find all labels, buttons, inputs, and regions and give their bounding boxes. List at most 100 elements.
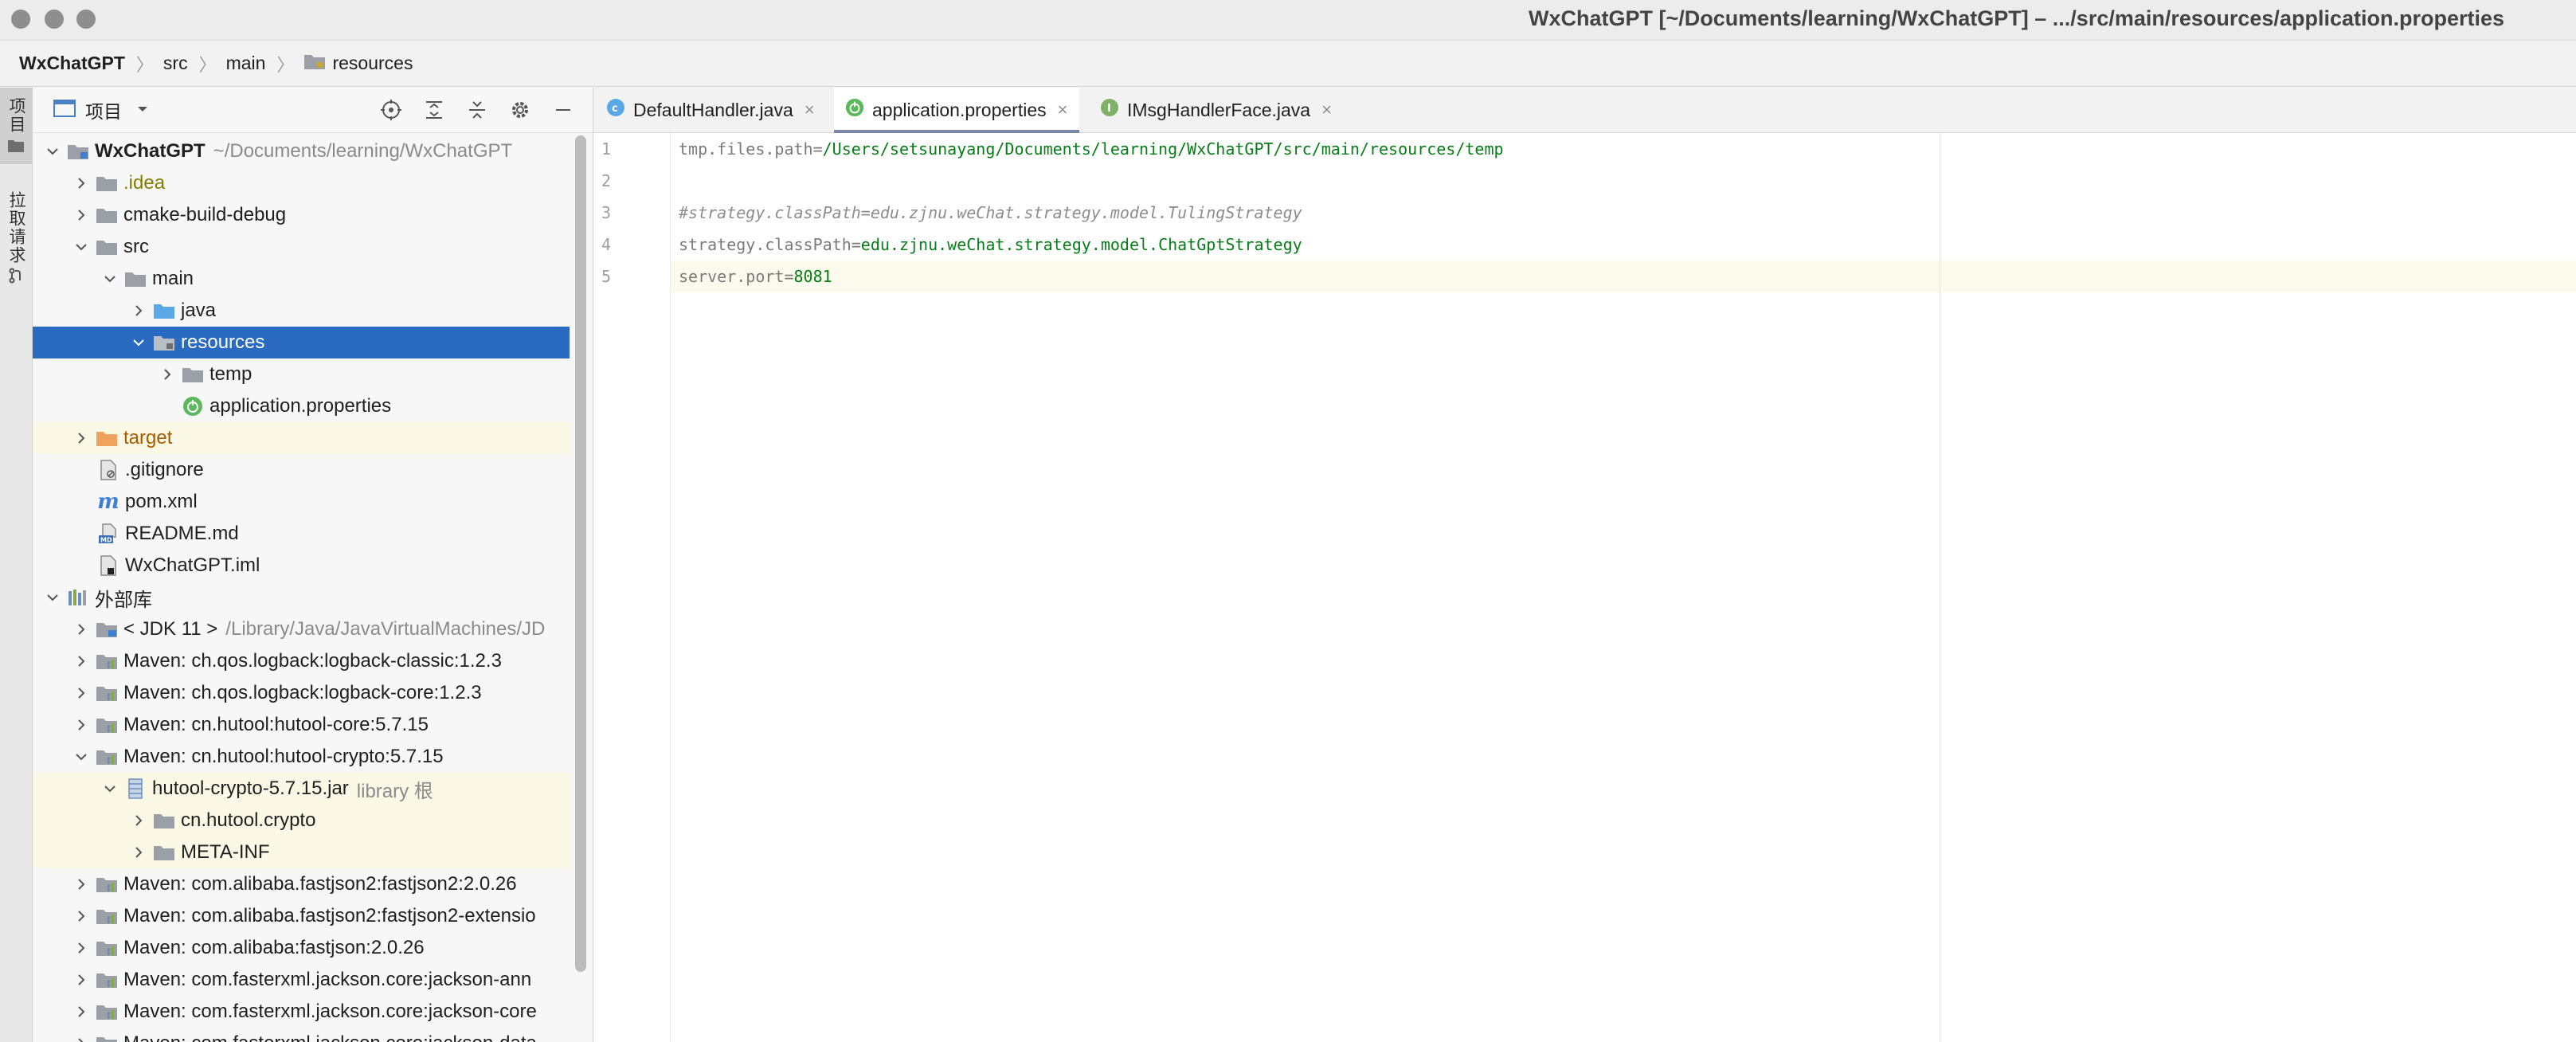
tree-row-java[interactable]: java — [33, 295, 570, 327]
tree-row-project-root[interactable]: WxChatGPT ~/Documents/learning/WxChatGPT — [33, 135, 570, 167]
window-minimize-button[interactable] — [45, 10, 64, 29]
chevron-down-icon[interactable] — [101, 270, 119, 288]
tab-application-properties[interactable]: application.properties × — [834, 88, 1079, 133]
chevron-right-icon[interactable] — [72, 907, 90, 925]
spring-properties-icon — [181, 395, 205, 417]
tree-row-jdk[interactable]: < JDK 11 > /Library/Java/JavaVirtualMach… — [33, 613, 570, 645]
markdown-file-icon: MD — [96, 523, 120, 545]
tree-row-maven-library[interactable]: Maven: com.alibaba.fastjson2:fastjson2:2… — [33, 868, 570, 900]
tree-row-maven-library[interactable]: Maven: com.fasterxml.jackson.core:jackso… — [33, 1028, 570, 1042]
tree-row-src[interactable]: src — [33, 231, 570, 263]
tree-row-target[interactable]: target — [33, 422, 570, 454]
tree-row-temp[interactable]: temp — [33, 358, 570, 390]
chevron-right-icon[interactable] — [72, 1035, 90, 1042]
chevron-right-icon[interactable] — [72, 429, 90, 447]
tree-label: src — [123, 236, 149, 257]
tree-row-iml[interactable]: WxChatGPT.iml — [33, 550, 570, 582]
tab-label: IMsgHandlerFace.java — [1127, 99, 1311, 120]
tree-row-main[interactable]: main — [33, 263, 570, 295]
maven-icon: m — [97, 490, 119, 514]
chevron-right-icon[interactable] — [72, 716, 90, 734]
chevron-down-icon[interactable] — [44, 143, 61, 160]
chevron-right-icon[interactable] — [72, 876, 90, 893]
locate-file-icon[interactable] — [376, 96, 406, 124]
excluded-folder-icon — [95, 427, 119, 449]
expand-all-icon[interactable] — [419, 96, 449, 124]
window-zoom-button[interactable] — [76, 10, 96, 29]
tree-row-maven-library[interactable]: Maven: cn.hutool:hutool-core:5.7.15 — [33, 709, 570, 741]
chevron-right-icon[interactable] — [130, 844, 147, 861]
tree-row-maven-library[interactable]: Maven: com.alibaba.fastjson2:fastjson2-e… — [33, 900, 570, 932]
code-line[interactable]: #strategy.classPath=edu.zjnu.weChat.stra… — [671, 197, 2576, 229]
chevron-right-icon[interactable] — [159, 366, 176, 383]
chevron-right-icon[interactable] — [72, 971, 90, 989]
tree-row-pom-xml[interactable]: m pom.xml — [33, 486, 570, 518]
code-line-current[interactable]: server.port = 8081 — [671, 260, 2576, 292]
tree-row-maven-library[interactable]: Maven: com.alibaba:fastjson:2.0.26 — [33, 932, 570, 964]
breadcrumb-item-resources[interactable]: resources — [332, 53, 413, 74]
chevron-down-icon[interactable] — [72, 238, 90, 256]
tree-row-maven-library[interactable]: Maven: com.fasterxml.jackson.core:jackso… — [33, 964, 570, 996]
tree-path-hint: library 根 — [356, 780, 433, 802]
property-key: server.port — [679, 267, 785, 286]
tree-row-jar[interactable]: hutool-crypto-5.7.15.jar library 根 — [33, 773, 570, 805]
breadcrumb-item-project[interactable]: WxChatGPT — [19, 53, 125, 74]
chevron-right-icon[interactable] — [72, 174, 90, 192]
chevron-down-icon[interactable] — [101, 780, 119, 797]
chevron-right-icon[interactable] — [72, 1003, 90, 1020]
chevron-down-icon[interactable] — [130, 334, 147, 351]
code-line[interactable] — [671, 165, 2576, 197]
tree-row-resources[interactable]: resources — [33, 327, 570, 358]
window-close-button[interactable] — [11, 10, 30, 29]
tree-row-maven-library[interactable]: Maven: ch.qos.logback:logback-classic:1.… — [33, 645, 570, 677]
pull-requests-tool-button[interactable]: 拉取请求 — [0, 191, 32, 295]
chevron-down-icon[interactable] — [72, 748, 90, 766]
tree-row-gitignore[interactable]: .gitignore — [33, 454, 570, 486]
class-icon: c — [606, 98, 625, 122]
library-folder-icon — [95, 1032, 119, 1042]
chevron-right-icon[interactable] — [130, 302, 147, 319]
chevron-right-icon[interactable] — [72, 684, 90, 702]
chevron-down-icon[interactable] — [44, 589, 61, 606]
tree-row-maven-library[interactable]: Maven: com.fasterxml.jackson.core:jackso… — [33, 996, 570, 1028]
project-tree-scrollbar[interactable] — [575, 135, 586, 972]
chevron-right-icon[interactable] — [72, 652, 90, 670]
close-icon[interactable]: × — [1321, 100, 1332, 120]
gear-icon[interactable] — [505, 96, 535, 124]
project-tool-button[interactable]: 项目 — [0, 88, 32, 164]
project-panel: 项目 WxChatGPT ~/Documents/learning/WxChat… — [33, 88, 593, 1042]
tree-label: .idea — [123, 172, 166, 194]
library-folder-icon — [95, 905, 119, 927]
code-line[interactable]: tmp.files.path =/Users/setsunayang/Docume… — [671, 133, 2576, 165]
close-icon[interactable]: × — [805, 100, 815, 120]
tree-row-idea[interactable]: .idea — [33, 167, 570, 199]
tree-row-readme[interactable]: MD README.md — [33, 518, 570, 550]
project-view-title[interactable]: 项目 — [85, 96, 122, 123]
breadcrumb-item-src[interactable]: src — [163, 53, 188, 74]
tree-label: hutool-crypto-5.7.15.jar — [152, 778, 349, 799]
library-folder-icon — [95, 682, 119, 704]
tab-default-handler[interactable]: c DefaultHandler.java × — [606, 88, 824, 132]
chevron-right-icon[interactable] — [72, 206, 90, 224]
resources-folder-icon — [152, 331, 176, 354]
tab-imsg-handler-face[interactable]: I IMsgHandlerFace.java × — [1100, 88, 1341, 132]
chevron-right-icon[interactable] — [72, 621, 90, 638]
chevron-down-icon[interactable] — [136, 103, 149, 117]
tree-row-external-libraries[interactable]: 外部库 — [33, 582, 570, 613]
tree-row-maven-library[interactable]: Maven: ch.qos.logback:logback-core:1.2.3 — [33, 677, 570, 709]
tree-path-hint: /Library/Java/JavaVirtualMachines/JD — [225, 618, 546, 640]
collapse-all-icon[interactable] — [462, 96, 492, 124]
close-icon[interactable]: × — [1058, 100, 1068, 120]
hide-panel-icon[interactable] — [548, 96, 578, 124]
tree-label: cn.hutool.crypto — [181, 809, 316, 831]
code-line[interactable]: strategy.classPath = edu.zjnu.weChat.strat… — [671, 229, 2576, 260]
tree-row-maven-library[interactable]: Maven: cn.hutool:hutool-crypto:5.7.15 — [33, 741, 570, 773]
chevron-right-icon[interactable] — [130, 812, 147, 829]
tree-row-meta-inf[interactable]: META-INF — [33, 836, 570, 868]
breadcrumb-item-main[interactable]: main — [226, 53, 266, 74]
tree-row-cmake-build-debug[interactable]: cmake-build-debug — [33, 199, 570, 231]
tree-row-package[interactable]: cn.hutool.crypto — [33, 805, 570, 836]
chevron-right-icon[interactable] — [72, 939, 90, 957]
code-editor[interactable]: tmp.files.path =/Users/setsunayang/Docume… — [671, 133, 2576, 1042]
tree-row-application-properties[interactable]: application.properties — [33, 390, 570, 422]
